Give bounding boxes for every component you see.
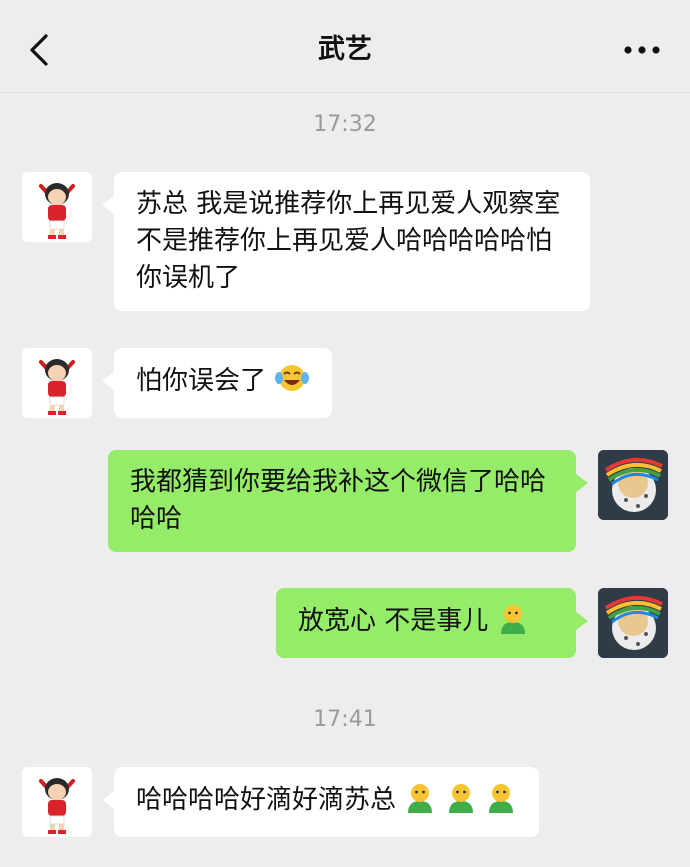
contact-avatar[interactable]	[22, 172, 92, 242]
my-avatar[interactable]	[598, 588, 668, 658]
tears-of-joy-emoji	[275, 365, 310, 391]
message-text: 放宽心 不是事儿	[298, 606, 489, 636]
more-dots-icon	[624, 46, 660, 54]
contact-avatar[interactable]	[22, 767, 92, 837]
green-shirt-person-emoji	[448, 784, 473, 813]
cartoon-football-player-avatar	[22, 767, 92, 837]
green-shirt-person-emoji	[488, 784, 513, 813]
contact-avatar[interactable]	[22, 348, 92, 418]
more-button[interactable]	[620, 30, 664, 70]
outgoing-message-bubble[interactable]: 放宽心 不是事儿	[276, 588, 588, 658]
incoming-message-bubble[interactable]: 哈哈哈哈好滴好滴苏总	[102, 767, 539, 837]
colorful-hat-avatar	[598, 588, 668, 658]
incoming-message-bubble[interactable]: 怕你误会了	[101, 348, 333, 418]
timestamp: 17:41	[313, 707, 377, 732]
green-shirt-person-emoji	[408, 784, 433, 813]
timestamp: 17:32	[313, 112, 377, 137]
cartoon-football-player-avatar	[22, 348, 92, 418]
message-text: 怕你误会了	[136, 366, 267, 396]
message-text: 我都猜到你要给我补这个微信了哈哈哈哈	[130, 467, 547, 534]
message-text: 苏总 我是说推荐你上再见爱人观察室 不是推荐你上再见爱人哈哈哈哈哈怕你误机了	[136, 189, 561, 293]
my-avatar[interactable]	[598, 450, 668, 520]
incoming-message-bubble[interactable]: 苏总 我是说推荐你上再见爱人观察室 不是推荐你上再见爱人哈哈哈哈哈怕你误机了	[102, 172, 590, 311]
colorful-hat-avatar	[598, 450, 668, 520]
chat-header: 武艺	[0, 0, 690, 93]
message-text: 哈哈哈哈好滴好滴苏总	[136, 785, 397, 815]
outgoing-message-bubble[interactable]: 我都猜到你要给我补这个微信了哈哈哈哈	[108, 450, 588, 552]
chat-title: 武艺	[318, 34, 372, 65]
cartoon-football-player-avatar	[22, 172, 92, 242]
green-shirt-person-emoji	[500, 605, 525, 634]
